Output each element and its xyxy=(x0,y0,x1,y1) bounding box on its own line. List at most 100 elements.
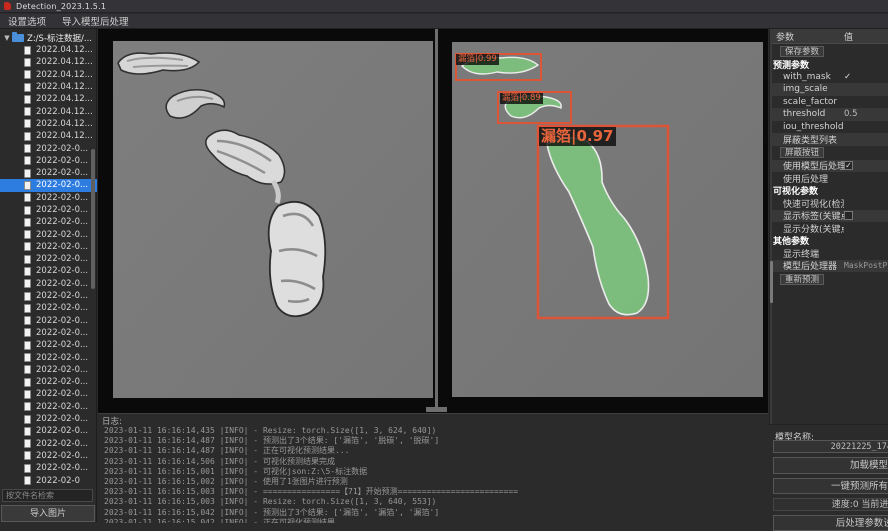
original-image[interactable] xyxy=(113,41,433,398)
checkbox-empty-icon[interactable] xyxy=(844,211,853,220)
check-icon: ✓ xyxy=(844,72,888,82)
param-row[interactable]: 显示终端 xyxy=(770,247,888,260)
tree-item[interactable]: 2022-02-0... xyxy=(0,339,97,351)
tree-scrollbar[interactable] xyxy=(91,149,95,289)
params-scrollbar-handle[interactable] xyxy=(770,261,773,303)
param-button[interactable]: 重新预测 xyxy=(780,274,824,285)
model-name-field[interactable]: 20221225_174813 xyxy=(773,440,888,453)
file-tree-items: 2022.04.12...2022.04.12...2022.04.12...2… xyxy=(0,44,97,487)
detection-label: 漏箔|0.89 xyxy=(500,93,543,104)
tree-item[interactable]: 2022.04.12... xyxy=(0,81,97,93)
file-tree-panel: ▼ Z:/S-标注数据/... 2022.04.12...2022.04.12.… xyxy=(0,29,97,522)
panel-splitter-handle[interactable] xyxy=(426,407,447,412)
tree-root-folder[interactable]: ▼ Z:/S-标注数据/... xyxy=(0,31,97,44)
log-line: 2023-01-11 16:16:14,435 |INFO| - Resize:… xyxy=(104,426,518,436)
param-row[interactable]: 使用后处理 xyxy=(770,172,888,185)
tree-item[interactable]: 2022-02-0... xyxy=(0,228,97,240)
tree-item[interactable]: 2022-02-0... xyxy=(0,179,97,191)
import-images-button[interactable]: 导入图片 xyxy=(1,505,95,522)
menu-import-postprocess[interactable]: 导入模型后处理 xyxy=(62,14,129,28)
log-line: 2023-01-11 16:16:15,042 |INFO| - 正在可视化预测… xyxy=(104,518,518,523)
log-line: 2023-01-11 16:16:14,506 |INFO| - 可视化预测结果… xyxy=(104,457,518,467)
param-section-header: 其他参数 xyxy=(770,235,888,248)
tree-item-label: 2022-02-0... xyxy=(36,377,88,387)
tree-item[interactable]: 2022-02-0... xyxy=(0,204,97,216)
tree-item[interactable]: 2022-02-0... xyxy=(0,438,97,450)
tree-item-label: 2022.04.12... xyxy=(36,70,93,80)
tree-item[interactable]: 2022.04.12... xyxy=(0,105,97,117)
postprocess-settings-button[interactable]: 后处理参数设置 xyxy=(773,515,888,531)
panel-splitter[interactable] xyxy=(435,29,438,409)
param-row[interactable]: scale_factor xyxy=(770,96,888,109)
tree-item-label: 2022-02-0... xyxy=(36,156,88,166)
file-icon xyxy=(24,328,31,337)
param-value: ✓ xyxy=(844,161,888,170)
tree-item[interactable]: 2022-02-0... xyxy=(0,142,97,154)
param-row[interactable]: img_scale xyxy=(770,83,888,96)
tree-item[interactable]: 2022-02-0... xyxy=(0,253,97,265)
tree-item[interactable]: 2022.04.12... xyxy=(0,93,97,105)
tree-item[interactable]: 2022-02-0... xyxy=(0,351,97,363)
tree-item[interactable]: 2022-02-0... xyxy=(0,364,97,376)
tree-item[interactable]: 2022-02-0... xyxy=(0,302,97,314)
tree-item[interactable]: 2022-02-0... xyxy=(0,241,97,253)
chevron-down-icon[interactable]: ▼ xyxy=(2,34,12,42)
tree-item[interactable]: 2022.04.12... xyxy=(0,44,97,56)
tree-item[interactable]: 2022-02-0... xyxy=(0,327,97,339)
param-row[interactable]: 快速可视化(检测) xyxy=(770,197,888,210)
tree-item[interactable]: 2022-02-0... xyxy=(0,192,97,204)
param-label: 模型后处理器 xyxy=(783,259,844,272)
tree-item[interactable]: 2022-02-0... xyxy=(0,315,97,327)
tree-item[interactable]: 2022-02-0... xyxy=(0,413,97,425)
tree-item-label: 2022-02-0... xyxy=(36,291,88,301)
search-input[interactable] xyxy=(2,489,93,502)
param-row[interactable]: threshold0.5 xyxy=(770,108,888,121)
tree-item[interactable]: 2022.04.12... xyxy=(0,56,97,68)
param-row[interactable]: iou_threshold xyxy=(770,121,888,134)
tree-item[interactable]: 2022-02-0... xyxy=(0,216,97,228)
menu-settings[interactable]: 设置选项 xyxy=(8,14,46,28)
log-line: 2023-01-11 16:16:15,002 |INFO| - 使用了1张图片… xyxy=(104,477,518,487)
log-line: 2023-01-11 16:16:15,003 |INFO| - Resize:… xyxy=(104,497,518,507)
tree-item[interactable]: 2022-02-0... xyxy=(0,265,97,277)
file-icon xyxy=(24,255,31,264)
params-scrollbar-track[interactable] xyxy=(770,29,772,429)
predict-all-button[interactable]: 一键预测所有图片 xyxy=(773,478,888,494)
log-lines[interactable]: 2023-01-11 16:16:14,435 |INFO| - Resize:… xyxy=(104,426,518,523)
load-model-button[interactable]: 加载模型 xyxy=(773,457,888,474)
tree-item[interactable]: 2022-02-0... xyxy=(0,290,97,302)
tree-item[interactable]: 2022-02-0... xyxy=(0,401,97,413)
file-icon xyxy=(24,365,31,374)
tree-item-label: 2022-02-0... xyxy=(36,303,88,313)
param-button[interactable]: 保存参数 xyxy=(780,46,824,57)
param-row[interactable]: 屏蔽类型列表 xyxy=(770,133,888,146)
tree-item-label: 2022-02-0... xyxy=(36,340,88,350)
checkbox-checked-icon[interactable]: ✓ xyxy=(844,161,853,170)
tree-item[interactable]: 2022.04.12... xyxy=(0,130,97,142)
folder-icon xyxy=(12,34,24,42)
tree-item[interactable]: 2022-02-0 xyxy=(0,474,97,486)
tree-item[interactable]: 2022.04.12... xyxy=(0,69,97,81)
param-label: img_scale xyxy=(783,84,844,94)
tree-item[interactable]: 2022.04.12... xyxy=(0,118,97,130)
tree-item[interactable]: 2022-02-0... xyxy=(0,425,97,437)
param-label: 屏蔽类型列表 xyxy=(783,133,844,146)
tree-item[interactable]: 2022-02-0... xyxy=(0,450,97,462)
tree-item[interactable]: 2022-02-0... xyxy=(0,278,97,290)
tree-item[interactable]: 2022-02-0... xyxy=(0,155,97,167)
params-rows: 保存参数预测参数with_mask✓img_scalescale_factort… xyxy=(770,44,888,286)
file-icon xyxy=(24,46,31,55)
tree-item[interactable]: 2022-02-0... xyxy=(0,376,97,388)
tree-item[interactable]: 2022-02-0... xyxy=(0,462,97,474)
param-row[interactable]: with_mask✓ xyxy=(770,71,888,84)
tree-item[interactable]: 2022-02-0... xyxy=(0,167,97,179)
prediction-image[interactable]: 漏箔|0.99 漏箔|0.89 漏箔|0.97 xyxy=(452,42,763,397)
param-button[interactable]: 屏蔽按钮 xyxy=(780,147,824,158)
param-row[interactable]: 使用模型后处理✓ xyxy=(770,160,888,173)
tree-item-label: 2022-02-0... xyxy=(36,205,88,215)
tree-item[interactable]: 2022-02-0... xyxy=(0,388,97,400)
param-row[interactable]: 显示标签(关键点) xyxy=(770,210,888,223)
param-row[interactable]: 模型后处理器MaskPostPro xyxy=(770,260,888,273)
file-icon xyxy=(24,341,31,350)
param-row[interactable]: 显示分数(关键点) xyxy=(770,222,888,235)
